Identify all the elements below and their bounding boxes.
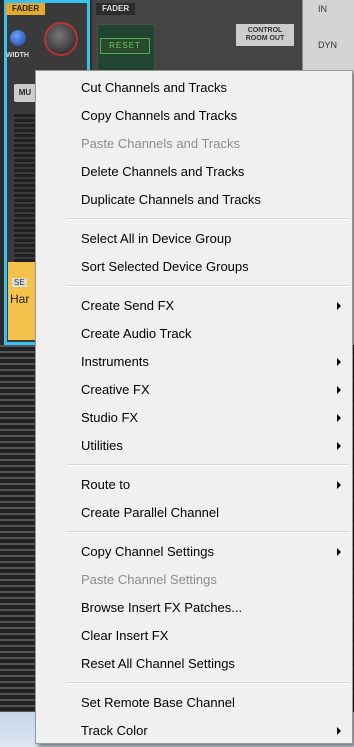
menu-item-label: Route to — [81, 477, 131, 492]
menu-item-utilities[interactable]: Utilities — [38, 432, 350, 460]
menu-item-paste-channel-settings[interactable]: Paste Channel Settings — [38, 566, 350, 594]
menu-item-copy-channels-and-tracks[interactable]: Copy Channels and Tracks — [38, 102, 350, 130]
menu-item-label: Select All in Device Group — [81, 231, 232, 246]
menu-item-label: Studio FX — [81, 410, 139, 425]
menu-item-label: Delete Channels and Tracks — [81, 164, 245, 179]
lower-rack-left — [0, 345, 36, 747]
menu-item-label: Create Send FX — [81, 298, 175, 313]
menu-item-creative-fx[interactable]: Creative FX — [38, 376, 350, 404]
menu-item-label: Instruments — [81, 354, 149, 369]
fader-tab-2[interactable]: FADER — [96, 3, 136, 15]
menu-item-studio-fx[interactable]: Studio FX — [38, 404, 350, 432]
menu-item-label: Sort Selected Device Groups — [81, 259, 249, 274]
submenu-arrow-icon — [337, 358, 341, 366]
menu-item-browse-insert-fx-patches[interactable]: Browse Insert FX Patches... — [38, 594, 350, 622]
pan-knob[interactable] — [44, 22, 78, 56]
menu-item-label: Cut Channels and Tracks — [81, 80, 227, 95]
fader-tab[interactable]: FADER — [6, 3, 46, 15]
menu-item-copy-channel-settings[interactable]: Copy Channel Settings — [38, 538, 350, 566]
menu-item-label: Create Audio Track — [81, 326, 192, 341]
menu-item-label: Copy Channel Settings — [81, 544, 214, 559]
menu-item-label: Track Color — [81, 723, 148, 738]
dyn-label: DYN — [318, 40, 338, 50]
strip-se-label: SE — [12, 278, 27, 287]
submenu-arrow-icon — [337, 548, 341, 556]
context-menu: Cut Channels and Tracks Copy Channels and… — [35, 70, 353, 744]
menu-item-delete-channels-and-tracks[interactable]: Delete Channels and Tracks — [38, 158, 350, 186]
width-label: WIDTH — [6, 52, 29, 59]
menu-item-create-parallel-channel[interactable]: Create Parallel Channel — [38, 499, 350, 527]
menu-item-label: Clear Insert FX — [81, 628, 169, 643]
submenu-arrow-icon — [337, 414, 341, 422]
menu-item-create-send-fx[interactable]: Create Send FX — [38, 292, 350, 320]
mute-button[interactable]: MU — [14, 84, 36, 102]
menu-item-sort-selected-device-groups[interactable]: Sort Selected Device Groups — [38, 253, 350, 281]
menu-item-paste-channels-and-tracks[interactable]: Paste Channels and Tracks — [38, 130, 350, 158]
menu-item-label: Reset All Channel Settings — [81, 656, 235, 671]
menu-item-label: Utilities — [81, 438, 123, 453]
submenu-arrow-icon — [337, 386, 341, 394]
menu-item-track-color[interactable]: Track Color — [38, 717, 350, 745]
in-label: IN — [318, 4, 327, 14]
menu-item-label: Browse Insert FX Patches... — [81, 600, 243, 615]
menu-item-reset-all-channel-settings[interactable]: Reset All Channel Settings — [38, 650, 350, 678]
menu-item-label: Set Remote Base Channel — [81, 695, 235, 710]
menu-item-route-to[interactable]: Route to — [38, 471, 350, 499]
menu-item-create-audio-track[interactable]: Create Audio Track — [38, 320, 350, 348]
submenu-arrow-icon — [337, 302, 341, 310]
menu-item-label: Creative FX — [81, 382, 150, 397]
menu-item-label: Create Parallel Channel — [81, 505, 220, 520]
menu-item-select-all-in-device-group[interactable]: Select All in Device Group — [38, 225, 350, 253]
control-room-out: CONTROL ROOM OUT — [236, 24, 294, 46]
menu-item-set-remote-base-channel[interactable]: Set Remote Base Channel — [38, 689, 350, 717]
menu-item-clear-insert-fx[interactable]: Clear Insert FX — [38, 622, 350, 650]
strip-name[interactable]: Har — [10, 292, 29, 306]
menu-separator — [66, 531, 350, 533]
menu-item-label: Paste Channels and Tracks — [81, 136, 240, 151]
menu-separator — [66, 682, 350, 684]
menu-item-instruments[interactable]: Instruments — [38, 348, 350, 376]
menu-item-label: Paste Channel Settings — [81, 572, 217, 587]
menu-separator — [66, 218, 350, 220]
menu-item-label: Copy Channels and Tracks — [81, 108, 238, 123]
submenu-arrow-icon — [337, 442, 341, 450]
submenu-arrow-icon — [337, 481, 341, 489]
menu-separator — [66, 464, 350, 466]
menu-separator — [66, 285, 350, 287]
menu-item-duplicate-channels-and-tracks[interactable]: Duplicate Channels and Tracks — [38, 186, 350, 214]
width-knob[interactable] — [10, 30, 26, 46]
submenu-arrow-icon — [337, 727, 341, 735]
menu-item-label: Duplicate Channels and Tracks — [81, 192, 261, 207]
reset-button[interactable]: RESET — [100, 38, 150, 54]
menu-item-cut-channels-and-tracks[interactable]: Cut Channels and Tracks — [38, 74, 350, 102]
